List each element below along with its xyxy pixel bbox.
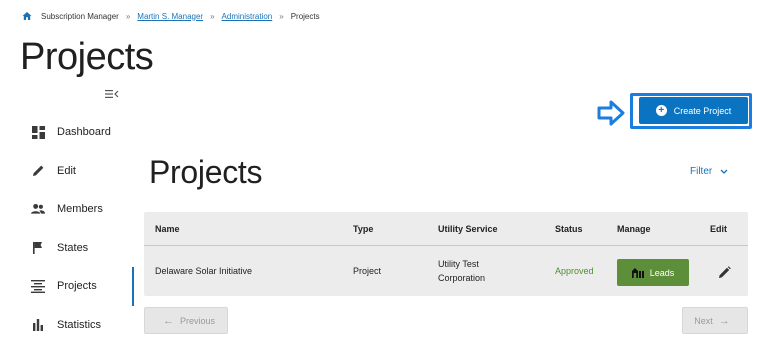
column-header-status[interactable]: Status: [555, 224, 583, 234]
collapse-sidebar-icon[interactable]: [104, 88, 120, 100]
next-page-button[interactable]: Next →: [682, 307, 748, 334]
previous-label: Previous: [179, 315, 215, 326]
column-header-manage: Manage: [617, 224, 651, 234]
sidebar-item-label: States: [57, 241, 89, 254]
column-header-edit: Edit: [710, 224, 727, 234]
column-header-utility-service[interactable]: Utility Service: [438, 224, 498, 234]
flag-icon: [31, 241, 45, 255]
members-icon: [31, 202, 45, 216]
page-title: Projects: [20, 36, 154, 78]
projects-icon: [31, 279, 45, 293]
cell-project-name: Delaware Solar Initiative: [155, 266, 253, 276]
cell-utility-service-line1: Utility Test: [438, 259, 479, 269]
plus-circle-icon: +: [655, 105, 667, 116]
sidebar-item-statistics[interactable]: Statistics: [0, 306, 134, 345]
arrow-right-icon: →: [718, 314, 730, 327]
column-header-type[interactable]: Type: [353, 224, 373, 234]
breadcrumb-link-administration[interactable]: Administration: [222, 12, 273, 21]
create-project-label: Create Project: [673, 105, 732, 116]
sidebar-item-edit[interactable]: Edit: [0, 152, 134, 191]
arrow-left-icon: ←: [162, 314, 174, 327]
cell-project-type: Project: [353, 266, 382, 276]
sidebar-active-indicator: [132, 267, 134, 306]
breadcrumb-item-current: Projects: [290, 11, 320, 21]
sidebar-item-label: Statistics: [57, 318, 102, 331]
pointer-arrow-icon: [597, 99, 625, 127]
sidebar-item-states[interactable]: States: [0, 229, 134, 268]
previous-page-button[interactable]: ← Previous: [144, 307, 228, 334]
sidebar-item-label: Projects: [57, 280, 97, 293]
home-icon[interactable]: [22, 11, 32, 21]
breadcrumb-item-subscription-manager: Subscription Manager: [41, 11, 119, 21]
cell-utility-service-line2: Corporation: [438, 273, 486, 283]
next-label: Next: [694, 315, 713, 326]
section-title: Projects: [149, 154, 263, 190]
sidebar-nav: Dashboard Edit Members States Projects S…: [0, 113, 134, 344]
breadcrumb-separator: »: [125, 11, 131, 21]
filter-label: Filter: [690, 166, 713, 177]
sidebar-item-projects[interactable]: Projects: [0, 267, 134, 306]
create-project-button[interactable]: + Create Project: [639, 97, 748, 124]
edit-pencil-icon[interactable]: [718, 266, 731, 279]
projects-table: Name Type Utility Service Status Manage …: [144, 212, 748, 296]
chevron-down-icon: [720, 169, 728, 175]
breadcrumb-link-manager[interactable]: Martin S. Manager: [137, 12, 203, 21]
leads-button[interactable]: Leads: [617, 259, 689, 286]
pencil-icon: [31, 164, 45, 178]
sidebar-item-label: Dashboard: [57, 126, 111, 139]
bar-chart-icon: [31, 318, 45, 332]
breadcrumb-separator: »: [210, 11, 215, 21]
breadcrumb-separator: »: [279, 11, 284, 21]
status-badge: Approved: [555, 266, 594, 276]
sidebar-item-label: Edit: [57, 164, 76, 177]
leads-label: Leads: [649, 267, 675, 278]
breadcrumb: Subscription Manager » Martin S. Manager…: [22, 9, 320, 23]
sidebar-item-members[interactable]: Members: [0, 190, 134, 229]
leads-icon: [631, 267, 644, 278]
sidebar-item-label: Members: [57, 203, 103, 216]
column-header-name[interactable]: Name: [155, 224, 180, 234]
sidebar-item-dashboard[interactable]: Dashboard: [0, 113, 134, 152]
table-header: Name Type Utility Service Status Manage …: [144, 212, 748, 246]
filter-toggle[interactable]: Filter: [690, 166, 728, 177]
dashboard-icon: [31, 125, 45, 139]
